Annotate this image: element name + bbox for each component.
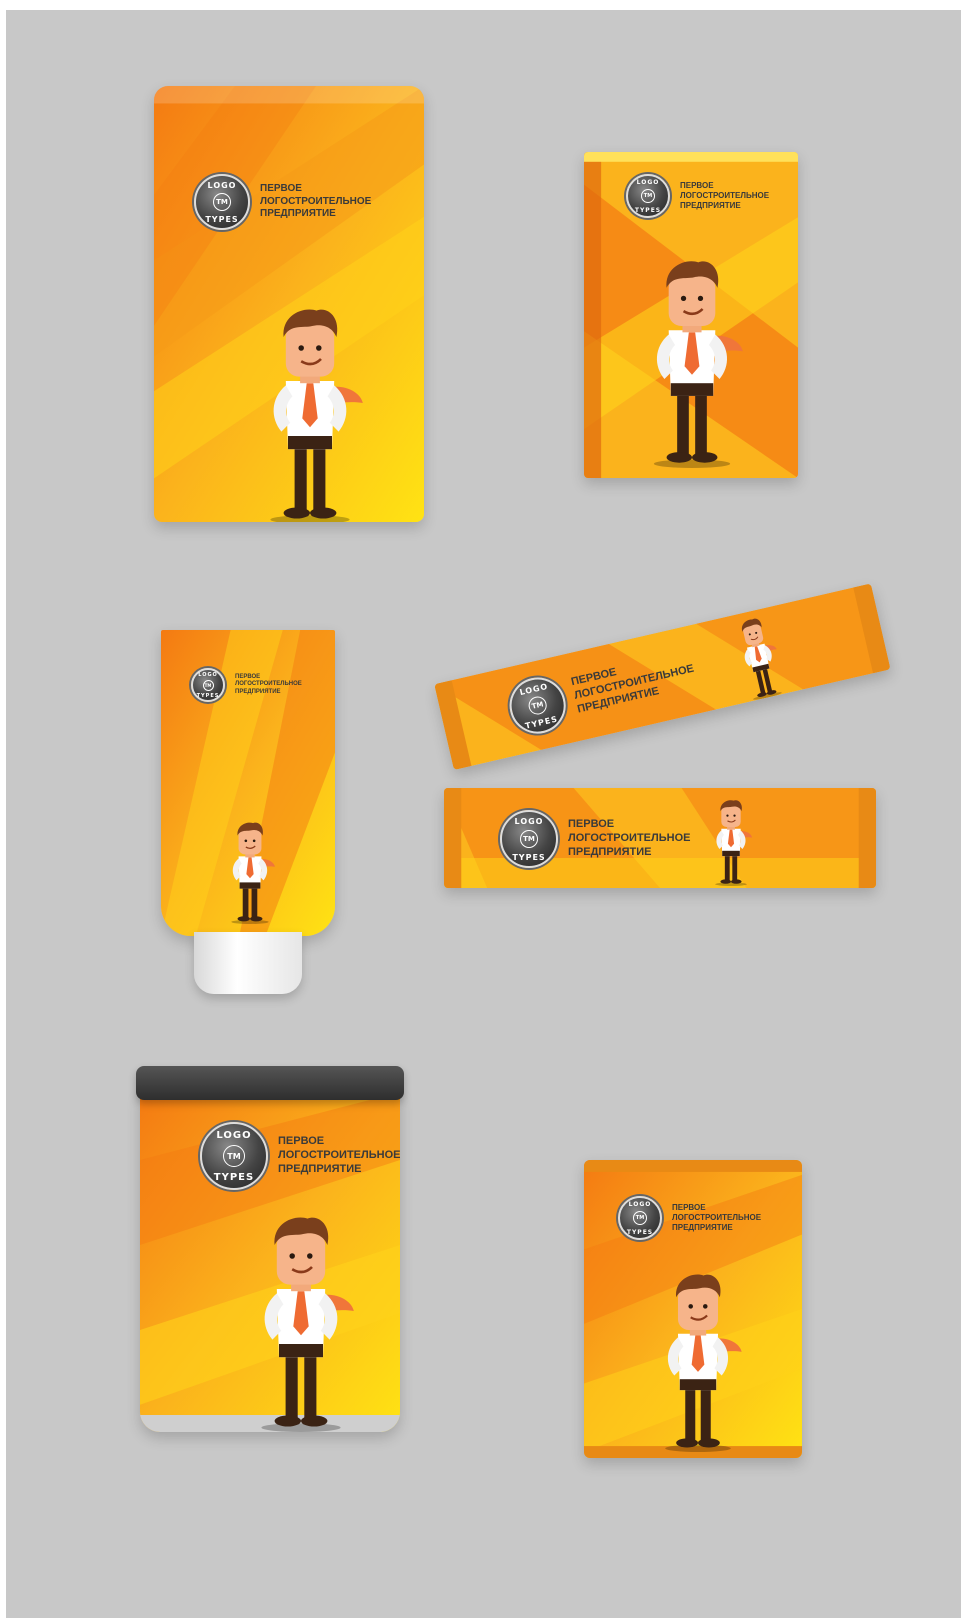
logo-bottom-text: TYPES (626, 1229, 654, 1236)
logo-mark: TM (526, 694, 549, 717)
tagline-line-1: ПЕРВОЕ (278, 1135, 325, 1148)
box-brand: LOGO TM TYPES ПЕРВОЕ ЛОГОСТРОИТЕЛЬНОЕ ПР… (626, 174, 769, 218)
logo-top-text: LOGO (636, 179, 660, 186)
tagline: ПЕРВОЕ ЛОГОСТРОИТЕЛЬНОЕ ПРЕДПРИЯТИЕ (235, 674, 302, 697)
squeeze-tube: LOGO TM TYPES ПЕРВОЕ ЛОГОСТРОИТЕЛЬНОЕ ПР… (161, 630, 335, 936)
can-brand: LOGO TM TYPES ПЕРВОЕ ЛОГОСТРОИТЕЛЬНОЕ ПР… (200, 1122, 400, 1190)
logo-bottom-text: TYPES (205, 215, 239, 224)
logo-types-icon: LOGO TM TYPES (191, 668, 225, 702)
mascot-illustration (254, 304, 366, 522)
tagline-line-2: ЛОГОСТРОИТЕЛЬНОЕ (568, 832, 691, 845)
logo-top-text: LOGO (514, 817, 544, 826)
logo-mark: TM (641, 189, 655, 203)
carton-box: LOGO TM TYPES ПЕРВОЕ ЛОГОСТРОИТЕЛЬНОЕ ПР… (584, 152, 798, 478)
tagline: ПЕРВОЕ ЛОГОСТРОИТЕЛЬНОЕ ПРЕДПРИЯТИЕ (568, 818, 690, 859)
logo-top-text: LOGO (628, 1201, 652, 1208)
logo-bottom-text: TYPES (512, 853, 546, 862)
tagline-line-3: ПРЕДПРИЯТИЕ (235, 688, 281, 695)
logo-top-text: LOGO (216, 1130, 252, 1141)
logo-types-icon: LOGO TM TYPES (200, 1122, 268, 1190)
tin-can-lid (136, 1066, 404, 1100)
tagline-line-1: ПЕРВОЕ (672, 1203, 706, 1212)
tagline-line-2: ЛОГОСТРОИТЕЛЬНОЕ (278, 1149, 400, 1162)
logo-types-icon: LOGO TM TYPES (626, 174, 670, 218)
logo-bottom-text: TYPES (196, 693, 220, 699)
mascot-illustration (223, 820, 277, 924)
tagline-line-3: ПРЕДПРИЯТИЕ (672, 1223, 733, 1232)
tagline-line-3: ПРЕДПРИЯТИЕ (260, 208, 336, 220)
stick-sachet-lower: LOGO TM TYPES ПЕРВОЕ ЛОГОСТРОИТЕЛЬНОЕ ПР… (444, 788, 876, 888)
tagline-line-3: ПРЕДПРИЯТИЕ (680, 201, 741, 210)
tagline-line-2: ЛОГОСТРОИТЕЛЬНОЕ (235, 681, 302, 688)
tagline: ПЕРВОЕ ЛОГОСТРОИТЕЛЬНОЕ ПРЕДПРИЯТИЕ (672, 1203, 761, 1233)
tagline-line-2: ЛОГОСТРОИТЕЛЬНОЕ (680, 191, 770, 200)
flow-pack-brand: LOGO TM TYPES ПЕРВОЕ ЛОГОСТРОИТЕЛЬНОЕ ПР… (618, 1196, 761, 1240)
tagline-line-1: ПЕРВОЕ (680, 181, 714, 190)
mascot-illustration (708, 798, 754, 886)
logo-bottom-text: TYPES (213, 1172, 255, 1183)
tube-cap (194, 932, 302, 994)
pouch-brand: LOGO TM TYPES ПЕРВОЕ ЛОГОСТРОИТЕЛЬНОЕ ПР… (194, 174, 371, 230)
mascot-illustration (650, 1270, 746, 1452)
logo-types-icon: LOGO TM TYPES (500, 810, 558, 868)
tagline: ПЕРВОЕ ЛОГОСТРОИТЕЛЬНОЕ ПРЕДПРИЯТИЕ (278, 1135, 400, 1176)
tagline-line-1: ПЕРВОЕ (568, 818, 615, 831)
mascot-illustration (636, 256, 748, 468)
tube-brand: LOGO TM TYPES ПЕРВОЕ ЛОГОСТРОИТЕЛЬНОЕ ПР… (191, 668, 302, 702)
logo-top-text: LOGO (518, 681, 550, 698)
tagline-line-3: ПРЕДПРИЯТИЕ (278, 1162, 362, 1175)
mascot-illustration (244, 1212, 358, 1432)
logo-mark: TM (202, 679, 214, 691)
logo-bottom-text: TYPES (634, 207, 662, 214)
logo-mark: TM (633, 1211, 647, 1225)
tagline-line-2: ЛОГОСТРОИТЕЛЬНОЕ (260, 195, 372, 207)
logo-top-text: LOGO (207, 181, 237, 190)
product-canvas: LOGO TM TYPES ПЕРВОЕ ЛОГОСТРОИТЕЛЬНОЕ ПР… (6, 10, 961, 1618)
sachet-brand: LOGO TM TYPES ПЕРВОЕ ЛОГОСТРОИТЕЛЬНОЕ ПР… (500, 810, 690, 868)
tin-can: LOGO TM TYPES ПЕРВОЕ ЛОГОСТРОИТЕЛЬНОЕ ПР… (140, 1092, 400, 1432)
tagline-line-3: ПРЕДПРИЯТИЕ (568, 845, 652, 858)
tagline-line-1: ПЕРВОЕ (235, 673, 261, 680)
stick-sachet-upper: LOGO TM TYPES ПЕРВОЕ ЛОГОСТРОИТЕЛЬНОЕ ПР… (434, 583, 891, 770)
logo-mark: TM (223, 1145, 245, 1167)
tagline: ПЕРВОЕ ЛОГОСТРОИТЕЛЬНОЕ ПРЕДПРИЯТИЕ (680, 181, 769, 211)
tagline-line-2: ЛОГОСТРОИТЕЛЬНОЕ (672, 1213, 762, 1222)
pouch-bag: LOGO TM TYPES ПЕРВОЕ ЛОГОСТРОИТЕЛЬНОЕ ПР… (154, 86, 424, 522)
logo-mark: TM (520, 830, 538, 848)
tagline-line-1: ПЕРВОЕ (260, 183, 302, 195)
logo-bottom-text: TYPES (524, 714, 559, 731)
logo-types-icon: LOGO TM TYPES (618, 1196, 662, 1240)
logo-types-icon: LOGO TM TYPES (194, 174, 250, 230)
logo-top-text: LOGO (198, 672, 218, 678)
logo-mark: TM (213, 193, 231, 211)
tagline: ПЕРВОЕ ЛОГОСТРОИТЕЛЬНОЕ ПРЕДПРИЯТИЕ (260, 183, 371, 221)
flow-pack: LOGO TM TYPES ПЕРВОЕ ЛОГОСТРОИТЕЛЬНОЕ ПР… (584, 1160, 802, 1458)
